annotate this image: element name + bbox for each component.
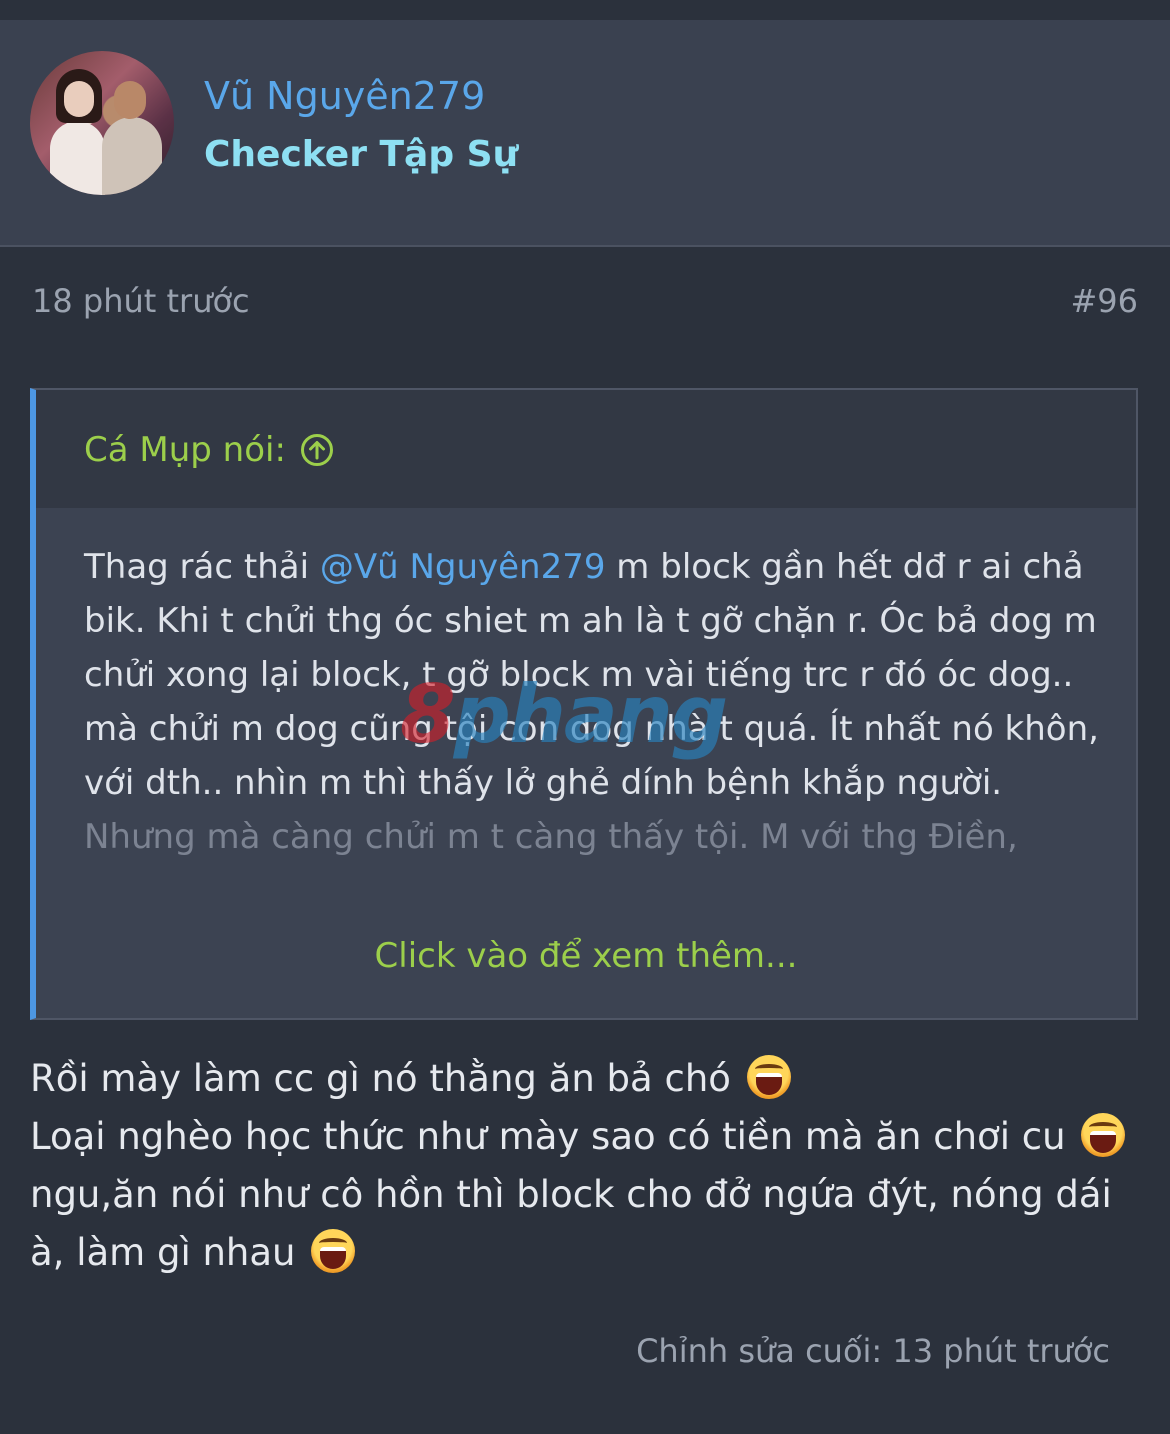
laughing-face-emoji-icon [746, 1055, 791, 1099]
laughing-face-emoji-icon [1081, 1113, 1126, 1157]
laughing-face-emoji-icon [311, 1229, 356, 1273]
user-title: Checker Tập Sự [204, 134, 519, 175]
expand-quote-link[interactable]: Click vào để xem thêm... [36, 936, 1136, 976]
message-line: ngu,ăn nói như cô hồn thì block cho đở n… [30, 1173, 1112, 1274]
quote-author-link[interactable]: Cá Mụp nói: [84, 430, 334, 470]
post-message: Rồi mày làm cc gì nó thằng ăn bả chó Loạ… [30, 1050, 1150, 1282]
mention-link[interactable]: @Vũ Nguyên279 [320, 547, 606, 587]
quote-text-start: Thag rác thải [84, 547, 320, 587]
top-bar [0, 0, 1170, 20]
quote-faded-line: Nhưng mà càng chửi m t càng thấy tội. M … [84, 817, 1018, 857]
username-link[interactable]: Vũ Nguyên279 [204, 74, 485, 118]
post-user-header: Vũ Nguyên279 Checker Tập Sự [0, 20, 1170, 247]
quote-header: Cá Mụp nói: [36, 390, 1136, 508]
post-timestamp[interactable]: 18 phút trước [32, 282, 250, 320]
quote-author-label: Cá Mụp nói: [84, 430, 286, 470]
arrow-up-circle-icon[interactable] [300, 433, 334, 467]
quote-block: Cá Mụp nói: Thag rác thải @Vũ Nguyên279 … [30, 388, 1138, 1020]
user-avatar[interactable] [30, 51, 174, 195]
post-number[interactable]: #96 [1070, 282, 1138, 320]
edited-timestamp: Chỉnh sửa cuối: 13 phút trước [636, 1332, 1110, 1370]
message-line: Loại nghèo học thức như mày sao có tiền … [30, 1108, 1150, 1166]
quote-body: Thag rác thải @Vũ Nguyên279 m block gần … [84, 540, 1104, 864]
message-line: Rồi mày làm cc gì nó thằng ăn bả chó [30, 1050, 1150, 1108]
